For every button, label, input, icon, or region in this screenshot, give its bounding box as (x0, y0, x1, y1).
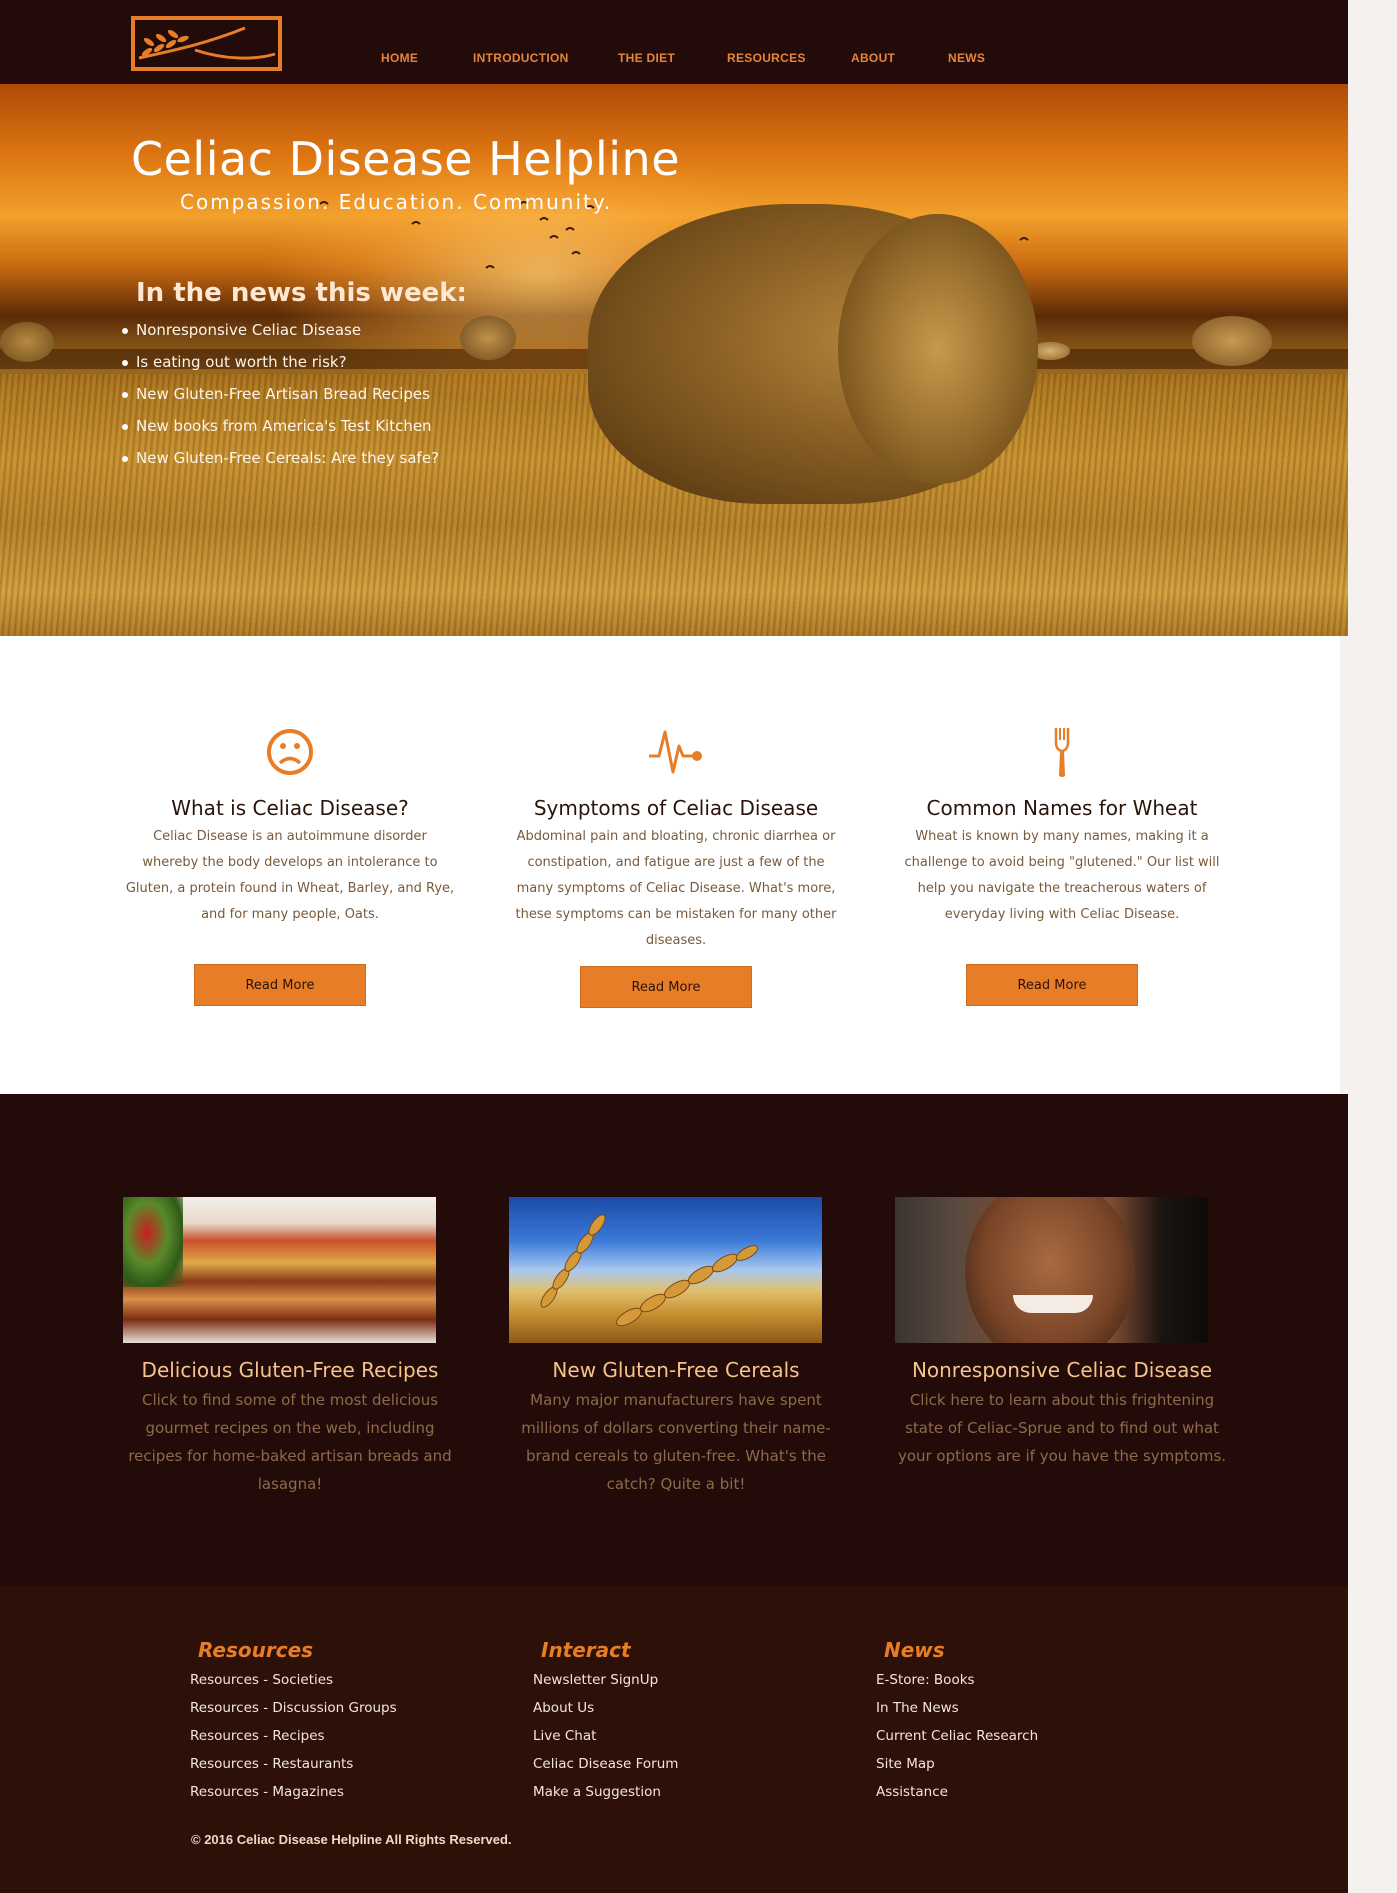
footer-link[interactable]: In The News (876, 1698, 1038, 1726)
main-nav: HOME INTRODUCTION THE DIET RESOURCES ABO… (0, 0, 1348, 84)
read-more-button[interactable]: Read More (194, 964, 366, 1006)
wheat-stalk-icon (540, 1214, 759, 1327)
footer-link[interactable]: Make a Suggestion (533, 1782, 678, 1810)
feature-text: Click here to learn about this frighteni… (897, 1391, 1227, 1465)
site-tagline: Compassion. Education. Community. (180, 190, 613, 214)
footer-link[interactable]: Live Chat (533, 1726, 678, 1754)
wheat-image[interactable] (509, 1197, 822, 1343)
page: HOME INTRODUCTION THE DIET RESOURCES ABO… (0, 0, 1348, 1893)
footer-link[interactable]: E-Store: Books (876, 1670, 1038, 1698)
footer-link[interactable]: Site Map (876, 1754, 1038, 1782)
read-more-button[interactable]: Read More (580, 966, 752, 1008)
info-title: Common Names for Wheat (926, 796, 1198, 820)
info-text: Abdominal pain and bloating, chronic dia… (515, 829, 837, 948)
feature-text: Click to find some of the most delicious… (128, 1391, 452, 1493)
info-title: What is Celiac Disease? (171, 796, 409, 820)
portrait-face (965, 1197, 1135, 1343)
footer-link[interactable]: Celiac Disease Forum (533, 1754, 678, 1782)
nav-news[interactable]: NEWS (948, 51, 985, 65)
nav-introduction[interactable]: INTRODUCTION (473, 51, 569, 65)
fork-icon (1054, 728, 1070, 777)
site-footer: Resources Resources - Societies Resource… (0, 1586, 1348, 1893)
footer-link[interactable]: Resources - Restaurants (190, 1754, 397, 1782)
footer-link[interactable]: Resources - Recipes (190, 1726, 397, 1754)
nav-the-diet[interactable]: THE DIET (618, 51, 675, 65)
salad-garnish (123, 1197, 183, 1287)
feature-text: Many major manufacturers have spent mill… (521, 1391, 831, 1493)
info-text: Celiac Disease is an autoimmune disorder… (125, 829, 455, 922)
hero-banner: Celiac Disease Helpline Compassion. Educ… (0, 84, 1348, 636)
footer-group-title: News (884, 1638, 945, 1662)
footer-link[interactable]: About Us (533, 1698, 678, 1726)
portrait-smile (1013, 1295, 1093, 1313)
footer-group-news: News E-Store: Books In The News Current … (876, 1638, 1038, 1810)
copyright-text: © 2016 Celiac Disease Helpline All Right… (191, 1832, 512, 1847)
footer-group-title: Interact (541, 1638, 631, 1662)
info-section: What is Celiac Disease? Celiac Disease i… (0, 636, 1340, 1094)
news-item[interactable]: Is eating out worth the risk? (122, 352, 439, 384)
lasagna-image[interactable] (123, 1197, 436, 1343)
news-item[interactable]: New Gluten-Free Artisan Bread Recipes (122, 384, 439, 416)
feature-title[interactable]: Delicious Gluten-Free Recipes (125, 1358, 455, 1382)
news-heading: In the news this week: (136, 278, 467, 308)
hay-bale (1192, 316, 1272, 366)
info-text: Wheat is known by many names, making it … (904, 829, 1220, 922)
heartbeat-icon (649, 730, 702, 774)
woman-portrait-image[interactable] (895, 1197, 1208, 1343)
features-section: Delicious Gluten-Free Recipes Click to f… (0, 1094, 1348, 1586)
hay-bale (0, 322, 54, 362)
feature-title[interactable]: Nonresponsive Celiac Disease (897, 1358, 1227, 1382)
news-list: Nonresponsive Celiac Disease Is eating o… (122, 320, 439, 480)
read-more-button[interactable]: Read More (966, 964, 1138, 1006)
footer-link[interactable]: Resources - Magazines (190, 1782, 397, 1810)
site-header: HOME INTRODUCTION THE DIET RESOURCES ABO… (0, 0, 1348, 84)
news-item[interactable]: New books from America's Test Kitchen (122, 416, 439, 448)
nav-about[interactable]: ABOUT (851, 51, 895, 65)
news-item[interactable]: Nonresponsive Celiac Disease (122, 320, 439, 352)
footer-group-interact: Interact Newsletter SignUp About Us Live… (533, 1638, 678, 1810)
footer-link[interactable]: Newsletter SignUp (533, 1670, 678, 1698)
footer-link[interactable]: Current Celiac Research (876, 1726, 1038, 1754)
nav-home[interactable]: HOME (381, 51, 418, 65)
nav-resources[interactable]: RESOURCES (727, 51, 806, 65)
footer-link[interactable]: Resources - Discussion Groups (190, 1698, 397, 1726)
feature-title[interactable]: New Gluten-Free Cereals (511, 1358, 841, 1382)
sad-face-icon (267, 729, 313, 775)
footer-link[interactable]: Assistance (876, 1782, 1038, 1810)
footer-group-resources: Resources Resources - Societies Resource… (190, 1638, 397, 1810)
news-item[interactable]: New Gluten-Free Cereals: Are they safe? (122, 448, 439, 480)
footer-group-title: Resources (198, 1638, 314, 1662)
site-title: Celiac Disease Helpline (131, 132, 681, 186)
footer-link[interactable]: Resources - Societies (190, 1670, 397, 1698)
info-title: Symptoms of Celiac Disease (533, 796, 819, 820)
